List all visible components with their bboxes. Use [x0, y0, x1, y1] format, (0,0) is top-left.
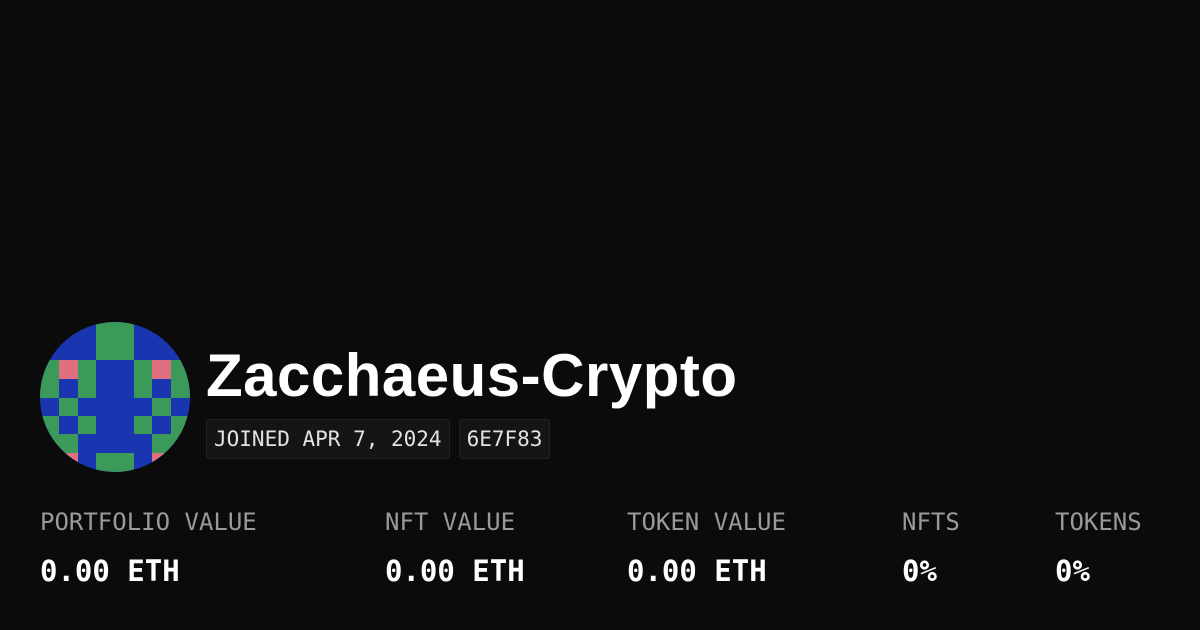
stat-label: NFT VALUE	[385, 508, 516, 536]
stat-value: 0%	[902, 554, 937, 588]
address-badge: 6E7F83	[458, 419, 551, 459]
stat-value: 0.00 ETH	[385, 554, 525, 588]
stat-label: TOKENS	[1055, 508, 1142, 536]
stat-value: 0.00 ETH	[40, 554, 180, 588]
avatar	[40, 322, 190, 472]
stat-token-value: TOKEN VALUE 0.00 ETH	[627, 504, 786, 590]
profile-badges: JOINED APR 7, 2024 6E7F83	[206, 419, 551, 459]
joined-date-badge: JOINED APR 7, 2024	[206, 419, 450, 459]
profile-username: Zacchaeus-Crypto	[206, 342, 738, 409]
stat-label: TOKEN VALUE	[627, 508, 786, 536]
stat-portfolio-value: PORTFOLIO VALUE 0.00 ETH	[40, 504, 257, 590]
stat-nfts-share: NFTS 0%	[902, 504, 960, 590]
stat-label: NFTS	[902, 508, 960, 536]
stat-value: 0%	[1055, 554, 1090, 588]
stat-value: 0.00 ETH	[627, 554, 767, 588]
stat-label: PORTFOLIO VALUE	[40, 508, 257, 536]
pixel-avatar-icon	[40, 322, 190, 472]
stat-tokens-share: TOKENS 0%	[1055, 504, 1142, 590]
stat-nft-value: NFT VALUE 0.00 ETH	[385, 504, 525, 590]
